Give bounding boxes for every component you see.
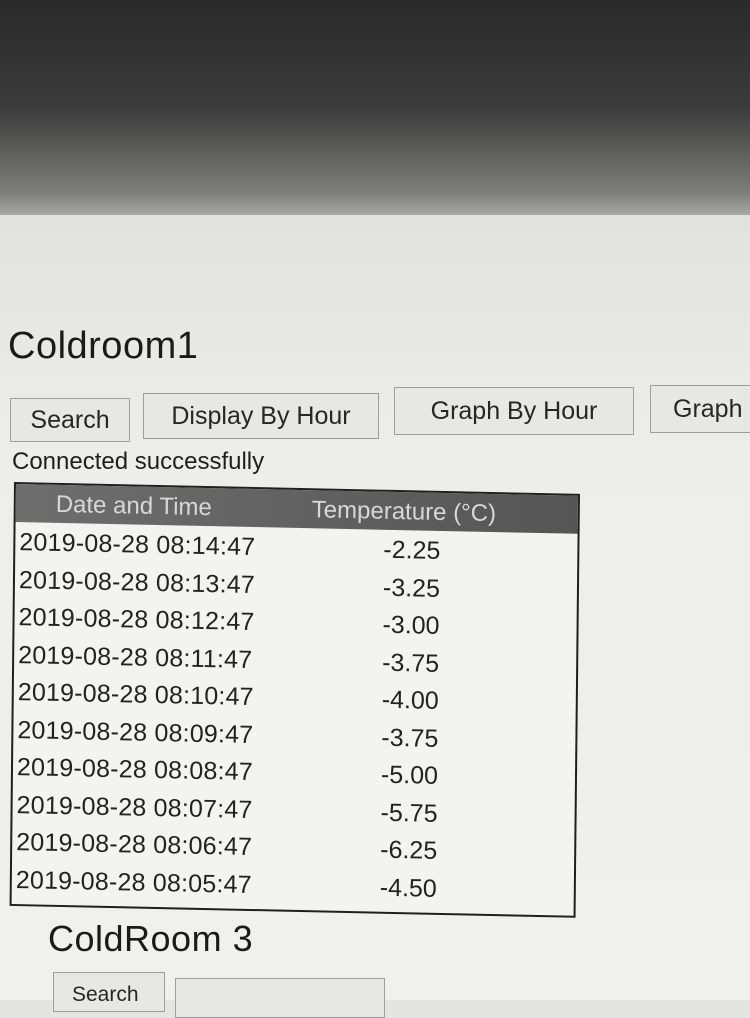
cell-temperature: -5.75 (380, 798, 438, 828)
cell-datetime: 2019-08-28 08:14:47 (19, 528, 256, 562)
column-header-date: Date and Time (55, 490, 212, 522)
cell-temperature: -3.75 (382, 648, 440, 678)
cell-temperature: -3.25 (382, 573, 441, 603)
cell-temperature: -3.75 (381, 723, 439, 753)
cell-datetime: 2019-08-28 08:05:47 (15, 865, 252, 899)
cell-temperature: -5.00 (380, 760, 439, 790)
coldroom1-display-by-hour-button[interactable]: Display By Hour (143, 393, 379, 439)
coldroom1-title: Coldroom1 (8, 325, 199, 367)
column-header-temperature: Temperature (°C) (311, 496, 497, 528)
coldroom1-search-button[interactable]: Search (10, 398, 130, 442)
cell-datetime: 2019-08-28 08:07:47 (16, 790, 253, 824)
cell-datetime: 2019-08-28 08:08:47 (16, 753, 254, 787)
cell-datetime: 2019-08-28 08:06:47 (16, 828, 253, 862)
cell-temperature: -3.00 (382, 610, 440, 640)
temperature-table: Date and Time Temperature (°C) 2019-08-2… (9, 482, 580, 918)
coldroom3-display-by-hour-button[interactable] (175, 978, 385, 1018)
coldroom1-graph-by-hour-button[interactable]: Graph By Hour (394, 387, 634, 435)
cell-datetime: 2019-08-28 08:13:47 (18, 565, 256, 599)
cell-datetime: 2019-08-28 08:11:47 (18, 640, 253, 674)
cell-temperature: -6.25 (380, 835, 438, 865)
coldroom1-graph-button[interactable]: Graph (650, 385, 750, 433)
coldroom3-title: ColdRoom 3 (48, 918, 254, 959)
coldroom3-search-button[interactable]: Search (53, 972, 165, 1012)
monitor-bezel (0, 0, 750, 240)
cell-temperature: -2.25 (383, 535, 441, 565)
connection-status: Connected successfully (12, 448, 265, 475)
cell-temperature: -4.00 (381, 685, 439, 715)
cell-temperature: -4.50 (379, 873, 437, 903)
cell-datetime: 2019-08-28 08:09:47 (17, 715, 254, 749)
cell-datetime: 2019-08-28 08:12:47 (18, 603, 255, 637)
cell-datetime: 2019-08-28 08:10:47 (17, 678, 254, 712)
